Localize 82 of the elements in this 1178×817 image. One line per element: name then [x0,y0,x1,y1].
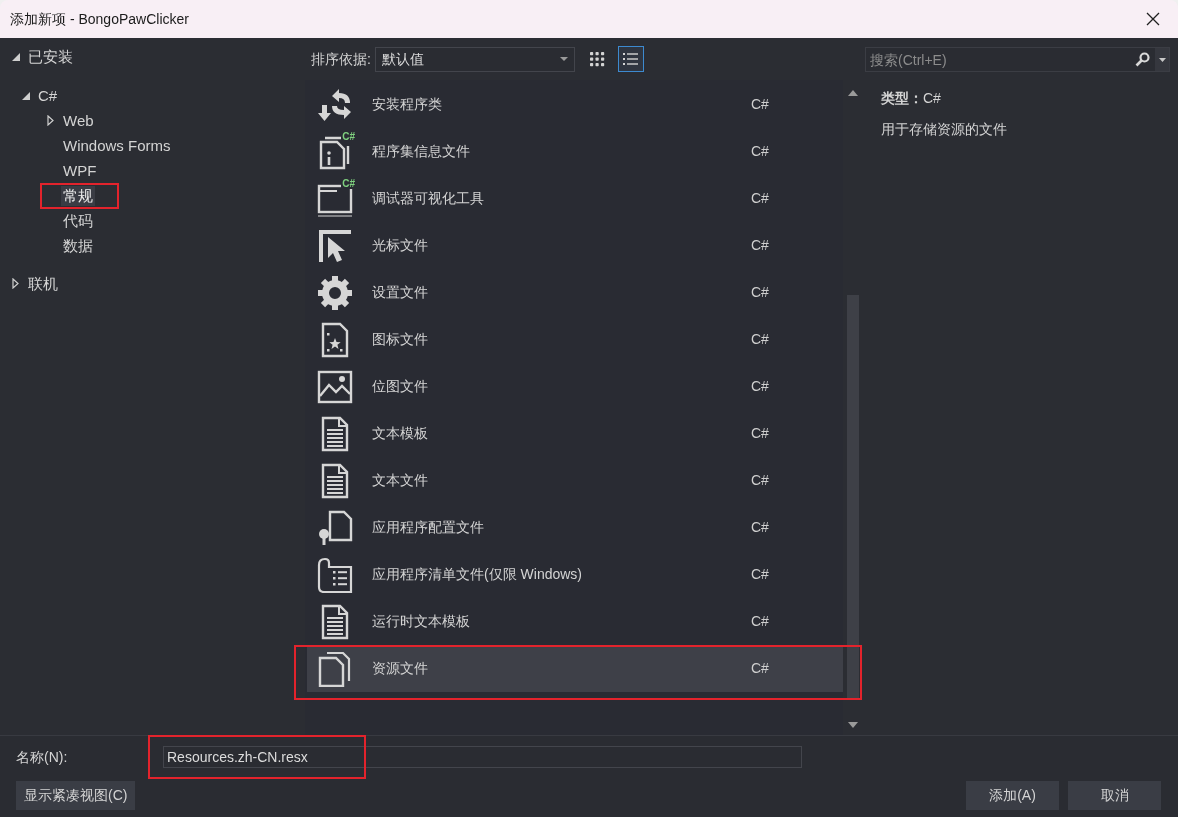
close-icon [1146,12,1160,26]
tree-item[interactable]: Web [61,110,96,131]
template-name: 设置文件 [372,283,429,302]
template-name: 文本文件 [372,471,429,490]
template-item[interactable]: 安装程序类 C# [307,81,843,128]
template-language: C# [751,283,769,302]
list-view-button[interactable] [617,46,644,72]
template-name: 应用程序配置文件 [372,518,485,537]
tree-item[interactable]: C# [36,85,60,106]
name-label: 名称(N): [16,747,69,767]
search-options-button[interactable] [1155,48,1169,71]
scroll-down-icon[interactable] [848,722,858,728]
language-badge: C# [341,130,356,142]
tree-item[interactable]: 联机 [26,273,60,294]
cursor-icon [317,227,353,264]
template-language: C# [751,612,769,631]
template-language: C# [751,236,769,255]
template-name: 运行时文本模板 [372,612,471,631]
list-icon [622,51,640,67]
template-language: C# [751,518,769,537]
template-item[interactable]: 图标文件 C# [307,316,843,363]
add-button[interactable]: 添加(A) [966,781,1059,810]
template-item[interactable]: 应用程序清单文件(仅限 Windows) C# [307,551,843,598]
template-name: 安装程序类 [372,95,443,114]
template-language: C# [751,471,769,490]
template-name: 光标文件 [372,236,429,255]
template-name: 图标文件 [372,330,429,349]
template-language: C# [751,377,769,396]
scroll-up-icon[interactable] [848,90,858,96]
tree-item[interactable]: WPF [61,160,99,181]
window-title: 添加新项 - BongoPawClicker [10,9,189,29]
collapsed-arrow-icon[interactable] [12,278,19,289]
cancel-button[interactable]: 取消 [1068,781,1161,810]
tree-item[interactable]: 数据 [61,235,95,256]
template-name: 程序集信息文件 [372,142,471,161]
template-language: C# [751,330,769,349]
template-name: 资源文件 [372,659,429,678]
caret-icon [1158,57,1166,62]
template-item[interactable]: C# 程序集信息文件 C# [307,128,843,175]
template-item[interactable]: C# 调试器可视化工具 C# [307,175,843,222]
template-name: 调试器可视化工具 [372,189,485,208]
tree-item[interactable]: Windows Forms [61,135,173,156]
name-field[interactable]: Resources.zh-CN.resx [163,746,802,768]
expanded-arrow-icon[interactable] [22,91,30,100]
documents-icon [317,650,353,687]
template-item[interactable]: 应用程序配置文件 C# [307,504,843,551]
expanded-arrow-icon[interactable] [12,52,20,61]
template-item[interactable]: 文本文件 C# [307,457,843,504]
template-item[interactable]: 文本模板 C# [307,410,843,457]
search-field[interactable]: 搜索(Ctrl+E) [865,47,1170,72]
grid-icon [589,51,607,67]
sort-label: 排序依据: [311,49,371,69]
type-value: C# [923,89,941,108]
search-icon[interactable] [1135,52,1150,67]
tree-item[interactable]: 常规 [61,185,95,206]
template-name: 应用程序清单文件(仅限 Windows) [372,565,583,584]
template-language: C# [751,659,769,678]
tree-item[interactable]: 代码 [61,210,95,231]
caret-icon [559,57,568,61]
template-language: C# [751,95,769,114]
template-language: C# [751,142,769,161]
template-item[interactable]: 设置文件 C# [307,269,843,316]
sort-dropdown[interactable]: 默认值 [374,46,575,72]
template-name: 文本模板 [372,424,429,443]
scrollbar-thumb[interactable] [847,295,859,700]
template-language: C# [751,424,769,443]
template-item[interactable]: 光标文件 C# [307,222,843,269]
scroll-list-icon [317,556,353,593]
wrench-document-icon [317,509,353,546]
template-language: C# [751,189,769,208]
tree-item[interactable]: 已安装 [26,46,75,67]
type-label: 类型： [881,89,923,108]
compact-view-button[interactable]: 显示紧凑视图(C) [16,781,136,810]
language-badge: C# [341,177,356,189]
template-name: 位图文件 [372,377,429,396]
gear-icon [317,274,353,311]
template-item[interactable]: 位图文件 C# [307,363,843,410]
collapsed-arrow-icon[interactable] [47,115,54,126]
template-language: C# [751,565,769,584]
description-text: 用于存储资源的文件 [881,120,1007,139]
template-item[interactable]: 运行时文本模板 C# [307,598,843,645]
image-icon [317,368,353,405]
